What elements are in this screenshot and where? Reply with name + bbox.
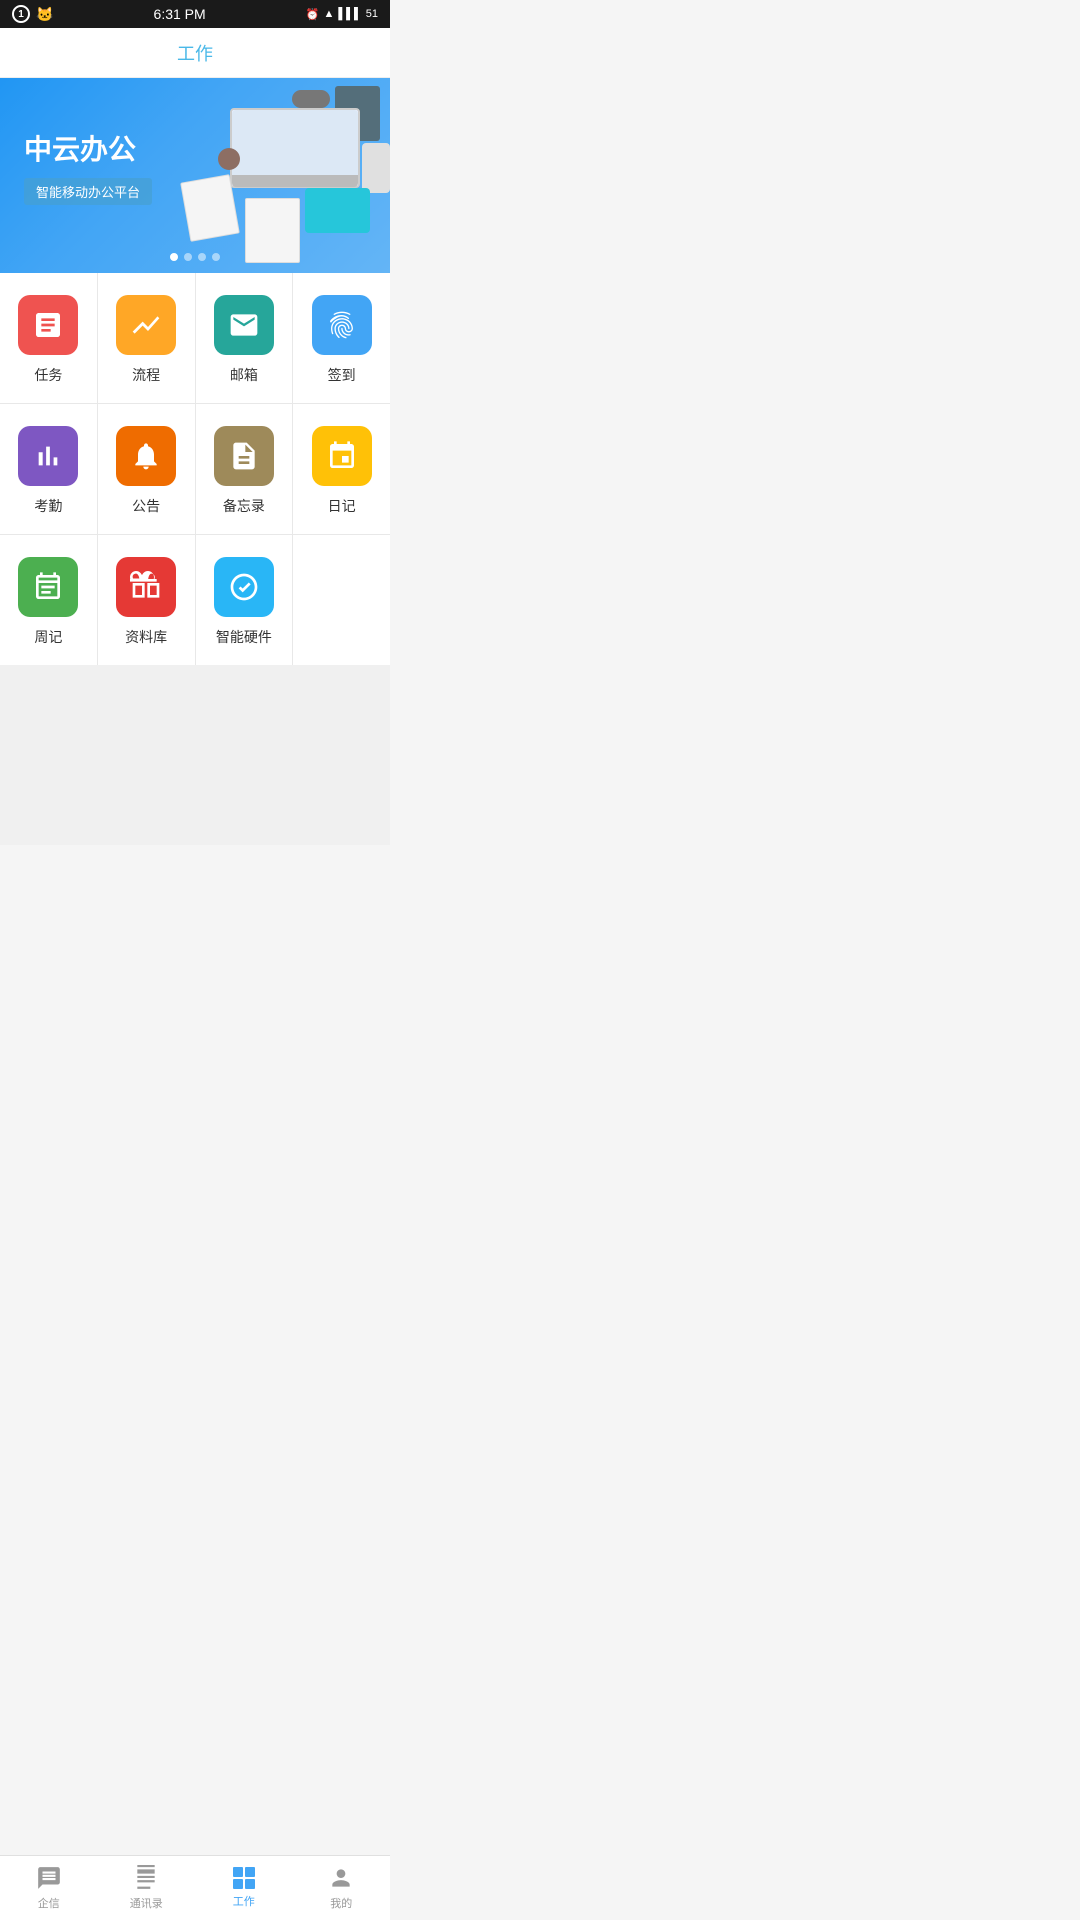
weekly-label: 周记 <box>34 627 62 647</box>
nav-mine-label: 我的 <box>330 1895 352 1911</box>
task-icon-bg <box>18 295 78 355</box>
hardware-label: 智能硬件 <box>216 627 272 647</box>
wifi-icon: ▲ <box>323 8 334 20</box>
app-empty <box>293 535 390 665</box>
weekly-icon-bg <box>18 557 78 617</box>
attend-icon-bg <box>18 426 78 486</box>
dot-2[interactable] <box>184 253 192 261</box>
dot-4[interactable] <box>212 253 220 261</box>
qixin-icon <box>36 1865 62 1891</box>
bottom-nav: 企信 通讯录 工作 我的 <box>0 1855 390 1920</box>
banner[interactable]: 中云办公 智能移动办公平台 <box>0 78 390 273</box>
flow-icon-bg <box>116 295 176 355</box>
banner-title: 中云办公 <box>24 128 152 168</box>
battery-level: 51 <box>366 8 378 20</box>
library-label: 资料库 <box>125 627 167 647</box>
library-svg <box>130 571 162 603</box>
status-bar: 1 🐱 6:31 PM ⏰ ▲ ▌▌▌ 51 <box>0 0 390 28</box>
page-header: 工作 <box>0 28 390 78</box>
phone-icon <box>362 143 390 193</box>
weekly-svg <box>32 571 64 603</box>
notice-svg <box>130 440 162 472</box>
grid-row-3: 周记 资料库 智能硬件 <box>0 535 390 665</box>
app-library[interactable]: 资料库 <box>98 535 196 665</box>
banner-subtitle: 智能移动办公平台 <box>24 178 152 205</box>
grid-row-2: 考勤 公告 备忘录 <box>0 404 390 535</box>
document1-icon <box>245 198 300 263</box>
flow-svg <box>130 309 162 341</box>
signin-icon-bg <box>312 295 372 355</box>
task-label: 任务 <box>34 365 62 385</box>
mail-label: 邮箱 <box>230 365 258 385</box>
banner-text: 中云办公 智能移动办公平台 <box>24 128 152 205</box>
signin-svg <box>326 309 358 341</box>
signin-label: 签到 <box>328 365 356 385</box>
empty-area <box>0 665 390 845</box>
status-right: ⏰ ▲ ▌▌▌ 51 <box>306 8 378 21</box>
library-icon-bg <box>116 557 176 617</box>
page-title: 工作 <box>177 40 213 66</box>
memo-svg <box>228 440 260 472</box>
dot-1[interactable] <box>170 253 178 261</box>
app-mail[interactable]: 邮箱 <box>196 273 294 403</box>
app-attend[interactable]: 考勤 <box>0 404 98 534</box>
alarm-icon: ⏰ <box>306 8 320 21</box>
task-svg <box>32 309 64 341</box>
diary-svg <box>326 440 358 472</box>
notice-icon-bg <box>116 426 176 486</box>
diary-label: 日记 <box>328 496 356 516</box>
flow-label: 流程 <box>132 365 160 385</box>
diary-icon-bg <box>312 426 372 486</box>
nav-work[interactable]: 工作 <box>195 1856 293 1920</box>
banner-dots <box>170 253 220 261</box>
hardware-svg <box>228 571 260 603</box>
signal-icon: ▌▌▌ <box>338 8 361 20</box>
nav-work-label: 工作 <box>233 1893 255 1909</box>
mine-icon <box>328 1865 354 1891</box>
document2-icon <box>180 174 240 242</box>
status-time: 6:31 PM <box>154 6 206 22</box>
glasses-icon <box>292 90 330 108</box>
notice-label: 公告 <box>132 496 160 516</box>
nav-qixin-label: 企信 <box>38 1895 60 1911</box>
contacts-icon <box>133 1865 159 1891</box>
app-flow[interactable]: 流程 <box>98 273 196 403</box>
notification-badge: 1 <box>12 5 30 23</box>
banner-illustration <box>170 78 390 273</box>
nav-qixin[interactable]: 企信 <box>0 1856 98 1920</box>
nav-contacts-label: 通讯录 <box>130 1895 163 1911</box>
app-task[interactable]: 任务 <box>0 273 98 403</box>
nav-mine[interactable]: 我的 <box>293 1856 391 1920</box>
coffee-icon <box>218 148 240 170</box>
memo-label: 备忘录 <box>223 496 265 516</box>
app-weekly[interactable]: 周记 <box>0 535 98 665</box>
hardware-icon-bg <box>214 557 274 617</box>
nav-contacts[interactable]: 通讯录 <box>98 1856 196 1920</box>
memo-icon-bg <box>214 426 274 486</box>
app-notice[interactable]: 公告 <box>98 404 196 534</box>
main-content: 工作 中云办公 智能移动办公平台 <box>0 28 390 910</box>
laptop-icon <box>230 108 360 188</box>
grid-row-1: 任务 流程 邮箱 <box>0 273 390 404</box>
mail-svg <box>228 309 260 341</box>
mail-icon-bg <box>214 295 274 355</box>
tablet-icon <box>305 188 370 233</box>
app-memo[interactable]: 备忘录 <box>196 404 294 534</box>
dot-3[interactable] <box>198 253 206 261</box>
work-grid-icon <box>233 1867 255 1889</box>
attend-svg <box>32 440 64 472</box>
attend-label: 考勤 <box>34 496 62 516</box>
cat-icon: 🐱 <box>36 6 53 23</box>
app-diary[interactable]: 日记 <box>293 404 390 534</box>
app-hardware[interactable]: 智能硬件 <box>196 535 294 665</box>
app-signin[interactable]: 签到 <box>293 273 390 403</box>
status-left: 1 🐱 <box>12 5 53 23</box>
app-grid: 任务 流程 邮箱 <box>0 273 390 665</box>
